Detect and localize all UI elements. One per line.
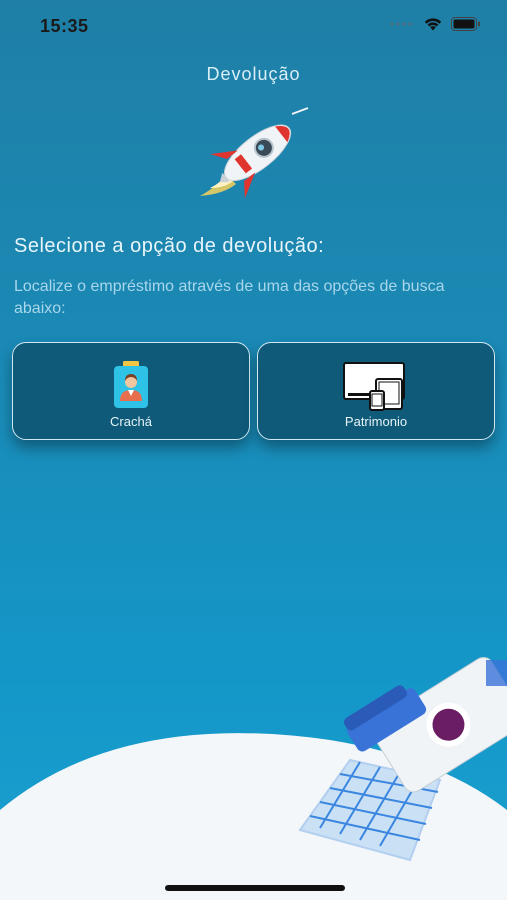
home-indicator[interactable] — [165, 885, 345, 891]
badge-option-label: Crachá — [110, 414, 152, 429]
selection-heading: Selecione a opção de devolução: — [14, 235, 325, 257]
wifi-icon — [424, 18, 442, 31]
devices-icon — [343, 362, 405, 411]
badge-option-button[interactable]: Crachá — [12, 342, 250, 440]
status-time: 15:35 — [40, 16, 89, 36]
badge-icon — [114, 361, 148, 408]
status-bar: 15:35 — [0, 0, 507, 50]
rocket-illustration — [0, 656, 507, 900]
page-title: Devolução — [206, 64, 301, 84]
cellular-signal-icon — [390, 22, 412, 26]
asset-option-button[interactable]: Patrimonio — [257, 342, 495, 440]
search-instructions: Localize o empréstimo através de uma das… — [14, 278, 445, 317]
status-icons — [389, 16, 481, 32]
asset-option-label: Patrimonio — [344, 414, 408, 429]
battery-icon — [451, 17, 480, 31]
rocket-icon — [200, 107, 309, 199]
